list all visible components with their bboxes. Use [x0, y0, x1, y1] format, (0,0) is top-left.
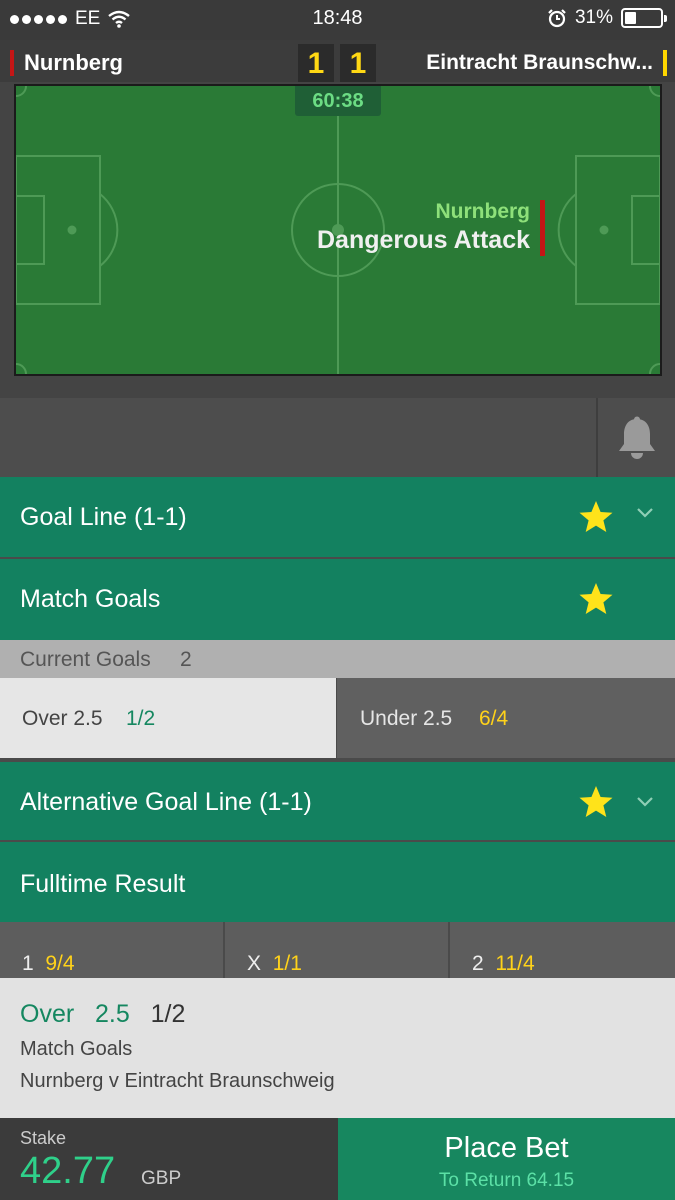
battery-fill: [625, 12, 636, 24]
selection-label: Under 2.5: [360, 707, 453, 730]
scoreboard: Nurnberg 1 1 Eintracht Braunschw...: [0, 40, 675, 86]
stake-input[interactable]: Stake 42.77 GBP: [0, 1118, 338, 1200]
selection-label: Over 2.5: [22, 707, 103, 730]
away-team: Eintracht Braunschw...: [426, 50, 667, 76]
selection-odds: 6/4: [479, 707, 509, 730]
current-goals-value: 2: [180, 648, 192, 671]
stake-value[interactable]: 42.77: [20, 1150, 115, 1193]
market-alt-goal-line[interactable]: Alternative Goal Line (1-1): [0, 762, 675, 840]
status-right: 31%: [547, 7, 667, 29]
notification-bar: [0, 398, 675, 477]
bell-icon[interactable]: [616, 416, 658, 460]
away-team-name: Eintracht Braunschw...: [426, 51, 653, 74]
place-bet-label: Place Bet: [444, 1132, 569, 1164]
selection-text: 2 11/4: [472, 952, 535, 976]
betslip-selection: Over 2.5 1/2: [20, 1000, 185, 1029]
market-label: Goal Line (1-1): [20, 503, 187, 531]
to-return: To Return 64.15: [438, 1170, 575, 1191]
selection-odds: 9/4: [45, 952, 75, 975]
away-team-color-bar: [663, 50, 667, 76]
match-clock: 60:38: [295, 86, 381, 116]
selection-odds: 11/4: [495, 952, 535, 975]
market-match-goals[interactable]: Match Goals: [0, 559, 675, 640]
star-icon[interactable]: [578, 784, 614, 820]
status-bar: EE 18:48 31%: [0, 0, 675, 40]
betslip: Over 2.5 1/2 Match Goals Nurnberg v Eint…: [0, 978, 675, 1118]
betslip-odds: 1/2: [150, 1000, 186, 1028]
market-label: Alternative Goal Line (1-1): [20, 788, 312, 816]
event-team: Nurnberg: [435, 200, 531, 223]
selection-odds: 1/1: [272, 952, 302, 975]
selection-over[interactable]: Over 2.5 1/2: [0, 678, 336, 758]
star-icon[interactable]: [578, 581, 614, 617]
selection-home[interactable]: 1 9/4: [0, 922, 223, 978]
selection-away[interactable]: 2 11/4: [450, 922, 675, 978]
battery-icon: [621, 8, 667, 28]
chevron-down-icon[interactable]: [636, 796, 654, 808]
alarm-icon: [548, 9, 566, 28]
home-team: Nurnberg: [10, 50, 123, 76]
selection-text: X 1/1: [247, 952, 302, 976]
away-score: 1: [340, 44, 376, 84]
current-goals-label: Current Goals: [20, 648, 151, 671]
divider: [596, 398, 598, 477]
selection-label: X: [247, 952, 262, 975]
stake-currency: GBP: [141, 1168, 182, 1189]
event-description: Dangerous Attack: [316, 226, 530, 254]
betslip-line: 2.5: [95, 1000, 130, 1028]
place-bet-button[interactable]: Place Bet To Return 64.15: [338, 1118, 675, 1200]
betslip-selection-name: Over: [20, 1000, 75, 1028]
live-event: Nurnberg Dangerous Attack: [317, 200, 530, 255]
betslip-event: Nurnberg v Eintracht Braunschweig: [20, 1070, 335, 1092]
battery-percent: 31%: [574, 7, 613, 28]
stake-label: Stake: [20, 1128, 67, 1148]
home-team-color-bar: [10, 50, 14, 76]
selection-label: 1: [22, 952, 34, 975]
selection-odds: 1/2: [126, 707, 156, 730]
selection-label: 2: [472, 952, 484, 975]
market-fulltime-result[interactable]: Fulltime Result: [0, 842, 675, 922]
star-icon[interactable]: [578, 499, 614, 535]
chevron-down-icon[interactable]: [636, 507, 654, 519]
selection-under[interactable]: Under 2.5 6/4: [337, 678, 675, 758]
event-team-color-bar: [540, 200, 545, 256]
market-goal-line[interactable]: Goal Line (1-1): [0, 477, 675, 557]
betslip-market: Match Goals: [20, 1038, 133, 1060]
home-score: 1: [298, 44, 334, 84]
home-team-name: Nurnberg: [24, 50, 123, 75]
current-goals: Current Goals 2: [0, 640, 675, 678]
selection-draw[interactable]: X 1/1: [225, 922, 448, 978]
market-label: Fulltime Result: [20, 870, 186, 898]
match-tracker: Nurnberg Dangerous Attack: [0, 82, 675, 398]
market-label: Match Goals: [20, 585, 161, 613]
selection-text: 1 9/4: [22, 952, 75, 976]
